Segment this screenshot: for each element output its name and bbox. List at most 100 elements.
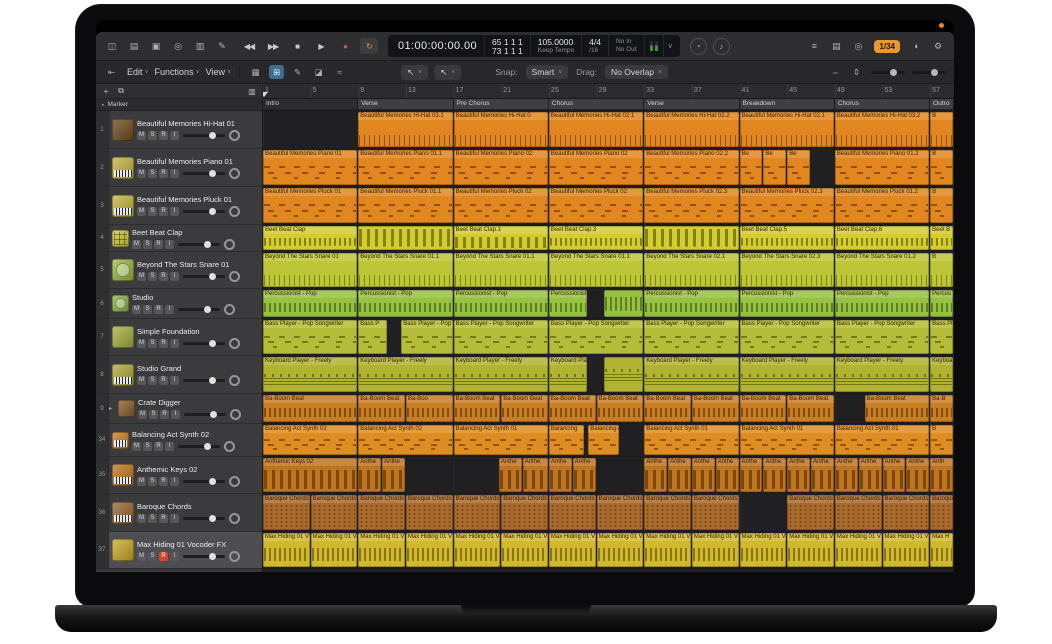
region[interactable]: Percussionist - Pop	[549, 290, 587, 317]
region[interactable]: Max Hiding 01 V	[835, 533, 882, 567]
track-header-row[interactable]: 36Baroque ChordsMSRI	[96, 494, 262, 532]
command-click-tool-menu[interactable]: ↖∨	[434, 65, 461, 80]
pan-knob[interactable]	[224, 304, 235, 315]
region[interactable]: Beautiful Memories Hi-Hat 03.2	[835, 112, 929, 147]
record-enable-button[interactable]: R	[159, 477, 168, 486]
count-in-icon[interactable]: ◔	[690, 38, 707, 55]
region[interactable]: Beyond The Stars Snare 02.3	[740, 253, 834, 287]
record-button[interactable]: ●	[336, 38, 354, 54]
region[interactable]: Beautiful Memories Piano 01.2	[835, 150, 929, 185]
track-name[interactable]: Simple Foundation	[137, 327, 258, 336]
region[interactable]: Anthemic Keys 02	[263, 458, 357, 492]
region[interactable]: Bass Player - Pop Songwriter	[644, 320, 738, 354]
region[interactable]: Beautiful Memories Pluck 01.1	[358, 188, 452, 223]
record-enable-button[interactable]: R	[159, 131, 168, 140]
region[interactable]: Balancing Act Synth 01	[740, 425, 834, 455]
pan-knob[interactable]	[229, 168, 240, 179]
region[interactable]: Beautiful Memories Piano 02	[549, 150, 643, 185]
horizontal-zoom-slider[interactable]	[871, 71, 905, 74]
track-name[interactable]: Beautiful Memories Pluck 01	[137, 195, 258, 204]
region[interactable]: Baroque Chords	[311, 495, 358, 530]
catch-playhead-icon[interactable]: ⇤	[104, 65, 119, 79]
track-lane[interactable]: Ba-Boom BeatBa-Boom BeatBa-BooBa-Boom Be…	[263, 394, 954, 424]
region[interactable]: Keyboard Player - Freely	[358, 357, 452, 392]
region[interactable]: Baroque C	[930, 495, 953, 530]
track-icon[interactable]	[112, 259, 134, 281]
solo-button[interactable]: S	[143, 442, 152, 451]
cycle-button[interactable]: ↻	[360, 38, 378, 54]
region[interactable]: Anthe	[859, 458, 882, 492]
track-name[interactable]: Studio Grand	[137, 364, 258, 373]
region[interactable]: Baroque Chords	[883, 495, 930, 530]
mute-button[interactable]: M	[137, 514, 146, 523]
record-enable-button[interactable]: R	[154, 305, 163, 314]
track-name[interactable]: Anthemic Keys 02	[137, 465, 258, 474]
region[interactable]: Ba-Boom Beat	[740, 395, 787, 422]
region[interactable]: Bass Player - Pop Songwriter	[740, 320, 834, 354]
region[interactable]: Balancing Act Synth 02	[263, 425, 357, 455]
region[interactable]: Beautiful Memories Hi-Hat 02.1	[740, 112, 834, 147]
add-track-button[interactable]: +	[100, 86, 112, 97]
track-header-row[interactable]: 1Beautiful Memories Hi-Hat 01MSRI	[96, 111, 262, 149]
region[interactable]: Beautiful Memories Pluck 01.2	[835, 188, 929, 223]
region[interactable]: Anthe	[787, 458, 810, 492]
region[interactable]: Baroque Chords	[406, 495, 453, 530]
mute-button[interactable]: M	[137, 272, 146, 281]
region[interactable]: Beyond The Stars Snare 01.2	[835, 253, 929, 287]
zoom-vertical-icon[interactable]: ⇕	[849, 65, 864, 79]
volume-slider[interactable]	[183, 555, 225, 558]
regions-view-icon[interactable]: ⊞	[269, 65, 284, 79]
track-header-row[interactable]: 6StudioMSRI	[96, 289, 262, 319]
forward-button[interactable]: ▶▶	[264, 38, 282, 54]
region[interactable]: Keyboard Player - Freely	[740, 357, 834, 392]
region[interactable]: Bass Player - Pop Songwriter	[549, 320, 643, 354]
solo-button[interactable]: S	[143, 240, 152, 249]
region[interactable]: Keyboard Player - Freely	[454, 357, 548, 392]
region[interactable]: Percussionist - Pop	[358, 290, 452, 317]
marker-section[interactable]: Pre Chorus	[454, 99, 549, 109]
input-monitor-button[interactable]: I	[170, 169, 179, 178]
region[interactable]: Max Hiding 01 V	[549, 533, 596, 567]
mute-button[interactable]: M	[137, 339, 146, 348]
solo-button[interactable]: S	[148, 272, 157, 281]
rewind-button[interactable]: ◀◀	[240, 38, 258, 54]
region[interactable]: Ba-Boom Beat	[644, 395, 691, 422]
region[interactable]: Anthe	[835, 458, 858, 492]
library-icon[interactable]: ◫	[104, 38, 120, 54]
track-lane[interactable]: Beautiful Memories Piano 01Beautiful Mem…	[263, 149, 954, 187]
region[interactable]: Beet Beat Clap.3	[549, 226, 643, 250]
volume-slider[interactable]	[183, 517, 225, 520]
region[interactable]: Max Hiding 01 V	[787, 533, 834, 567]
inspector-icon[interactable]: ▤	[126, 38, 142, 54]
record-enable-button[interactable]: R	[159, 272, 168, 281]
record-enable-button[interactable]: R	[159, 376, 168, 385]
track-icon[interactable]	[112, 230, 129, 247]
drag-menu[interactable]: No Overlap ∨	[605, 65, 668, 79]
region[interactable]: Be	[740, 150, 763, 185]
track-name[interactable]: Beautiful Memories Piano 01	[137, 157, 258, 166]
track-header-row[interactable]: 37Max Hiding 01 Vocoder FXMSRI	[96, 532, 262, 569]
bar-ruler[interactable]: 159131721252933374145495357	[263, 84, 954, 99]
mute-button[interactable]: M	[132, 240, 141, 249]
mute-button[interactable]: M	[138, 410, 147, 419]
region[interactable]: Beautiful Memories Piano 02	[454, 150, 548, 185]
volume-slider[interactable]	[178, 445, 220, 448]
track-icon[interactable]	[118, 400, 135, 417]
pan-knob[interactable]	[229, 338, 240, 349]
track-name[interactable]: Crate Digger	[138, 398, 258, 407]
slider-thumb[interactable]	[890, 69, 897, 76]
track-icon[interactable]	[112, 539, 134, 561]
region[interactable]: Baroque Chords	[787, 495, 834, 530]
pan-knob[interactable]	[229, 206, 240, 217]
pan-knob[interactable]	[229, 476, 240, 487]
region[interactable]: Ba-Boom Beat	[865, 395, 930, 422]
record-enable-button[interactable]: R	[159, 207, 168, 216]
region[interactable]: Beautiful Memories Pluck 02	[549, 188, 643, 223]
solo-button[interactable]: S	[149, 410, 158, 419]
region[interactable]: B	[930, 150, 953, 185]
region[interactable]: Ba-Boom Beat	[549, 395, 596, 422]
input-monitor-button[interactable]: I	[170, 272, 179, 281]
track-icon[interactable]	[112, 364, 134, 386]
region[interactable]: Balancing	[549, 425, 584, 455]
chat-icon[interactable]: ◖	[908, 38, 924, 54]
